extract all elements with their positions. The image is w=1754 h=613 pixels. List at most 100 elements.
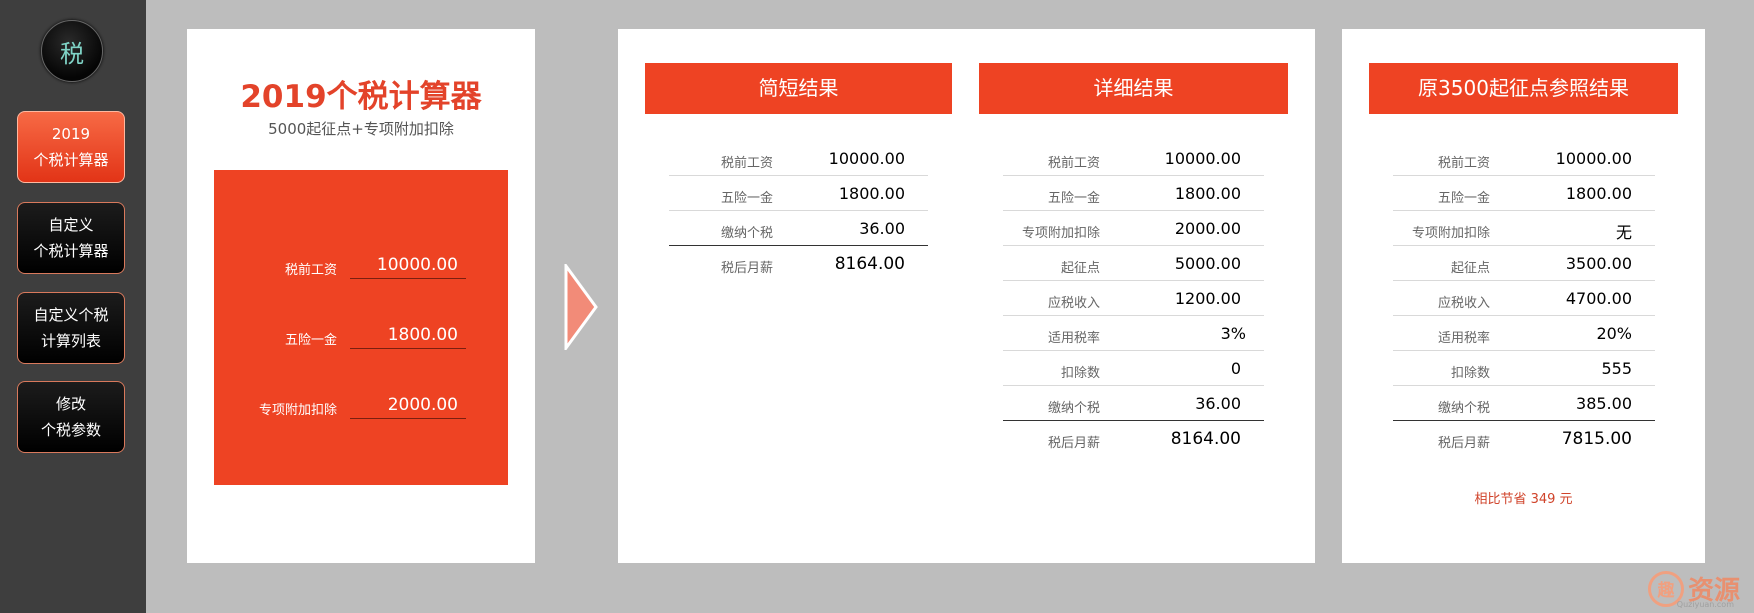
result-row: 应税收入 1200.00	[1003, 281, 1264, 316]
sidebar: 税 2019 个税计算器 自定义 个税计算器 自定义个税 计算列表 修改 个税参数	[0, 0, 146, 613]
nav-button-line2: 个税计算器	[33, 151, 109, 169]
nav-button-2019-calculator[interactable]: 2019 个税计算器	[17, 111, 125, 183]
nav-button-line2: 个税计算器	[33, 242, 109, 260]
row-value: 2000.00	[1174, 219, 1241, 238]
results-card: 简短结果 税前工资 10000.00 五险一金 1800.00 缴纳个税 36.00 …	[618, 29, 1315, 563]
result-row: 起征点 5000.00	[1003, 246, 1264, 281]
result-row: 起征点 3500.00	[1393, 246, 1655, 281]
row-value: 555	[1601, 359, 1632, 378]
row-label: 扣除数	[1450, 366, 1490, 381]
row-value: 10000.00	[1164, 149, 1241, 168]
row-label: 应税收入	[1047, 296, 1100, 311]
result-row: 税后月薪 7815.00	[1393, 421, 1655, 456]
row-value: 4700.00	[1565, 289, 1632, 308]
row-value: 5000.00	[1174, 254, 1241, 273]
calculator-card: 2019个税计算器 5000起征点+专项附加扣除 税前工资 10000.00 五…	[187, 29, 535, 563]
row-value: 3%	[1220, 324, 1246, 343]
row-value: 0	[1230, 359, 1241, 378]
reference-result-header: 原3500起征点参照结果	[1369, 63, 1678, 114]
row-value: 10000.00	[828, 149, 905, 168]
watermark-sub: Quziyuan.com	[1676, 600, 1734, 609]
result-row: 五险一金 1800.00	[1393, 176, 1655, 211]
row-value: 1800.00	[838, 184, 905, 203]
row-label: 应税收入	[1437, 296, 1490, 311]
result-row: 专项附加扣除 2000.00	[1003, 211, 1264, 246]
result-row: 税前工资 10000.00	[1393, 141, 1655, 176]
nav-button-line1: 修改	[55, 395, 86, 413]
nav-button-line2: 计算列表	[40, 332, 101, 350]
row-label: 税后月薪	[720, 261, 773, 276]
deduction-input[interactable]: 2000.00	[350, 391, 466, 419]
row-value: 1800.00	[1565, 184, 1632, 203]
row-label: 专项附加扣除	[1021, 226, 1100, 241]
calculator-subtitle: 5000起征点+专项附加扣除	[268, 120, 454, 138]
tax-logo-icon: 税	[41, 20, 103, 82]
row-value: 8164.00	[1170, 429, 1241, 449]
nav-button-edit-params[interactable]: 修改 个税参数	[17, 381, 125, 453]
row-value: 1200.00	[1174, 289, 1241, 308]
watermark-logo: 趣 资源 Quziyuan.com	[1647, 570, 1740, 609]
row-label: 五险一金	[720, 191, 773, 206]
result-row: 税前工资 10000.00	[669, 141, 928, 176]
result-row: 适用税率 20%	[1393, 316, 1655, 351]
row-label: 起征点	[1450, 261, 1490, 276]
row-value: 3500.00	[1565, 254, 1632, 273]
row-label: 五险一金	[1047, 191, 1100, 206]
row-value: 385.00	[1576, 394, 1632, 413]
row-label: 税后月薪	[1437, 436, 1490, 451]
row-value: 1800.00	[1174, 184, 1241, 203]
result-row: 税后月薪 8164.00	[1003, 421, 1264, 456]
row-label: 缴纳个税	[1437, 401, 1490, 416]
calculator-title: 2019个税计算器	[240, 79, 482, 115]
row-value: 10000.00	[1555, 149, 1632, 168]
row-label: 税后月薪	[1047, 436, 1100, 451]
input-panel: 税前工资 10000.00 五险一金 1800.00 专项附加扣除 2000.0…	[214, 170, 508, 485]
row-value: 8164.00	[834, 254, 905, 274]
row-label: 适用税率	[1047, 331, 1100, 346]
result-row: 扣除数 555	[1393, 351, 1655, 386]
result-row: 适用税率 3%	[1003, 316, 1264, 351]
nav-button-line1: 自定义	[48, 216, 94, 234]
brief-result-table: 税前工资 10000.00 五险一金 1800.00 缴纳个税 36.00 税后月薪 8…	[669, 141, 928, 281]
reference-card: 原3500起征点参照结果 税前工资 10000.00 五险一金 1800.00 专项…	[1342, 29, 1705, 563]
input-label: 专项附加扣除	[258, 403, 337, 418]
detail-result-table: 税前工资 10000.00 五险一金 1800.00 专项附加扣除 2000.00 起…	[1003, 141, 1264, 456]
result-row: 税前工资 10000.00	[1003, 141, 1264, 176]
row-value: 7815.00	[1561, 429, 1632, 449]
reference-result-table: 税前工资 10000.00 五险一金 1800.00 专项附加扣除 无 起征点 3500…	[1393, 141, 1655, 456]
row-label: 起征点	[1060, 261, 1100, 276]
nav-button-custom-calculator[interactable]: 自定义 个税计算器	[17, 202, 125, 274]
input-label: 税前工资	[284, 263, 337, 278]
row-label: 五险一金	[1437, 191, 1490, 206]
brief-result-header: 简短结果	[645, 63, 952, 114]
row-label: 专项附加扣除	[1411, 226, 1490, 241]
result-row: 五险一金 1800.00	[1003, 176, 1264, 211]
result-row: 缴纳个税 36.00	[669, 211, 928, 246]
result-row: 应税收入 4700.00	[1393, 281, 1655, 316]
row-value: 20%	[1596, 324, 1632, 343]
input-row-salary: 税前工资 10000.00	[214, 251, 508, 281]
nav-button-custom-list[interactable]: 自定义个税 计算列表	[17, 292, 125, 364]
row-label: 税前工资	[1437, 156, 1490, 171]
nav-button-line1: 自定义个税	[33, 306, 109, 324]
row-value: 36.00	[859, 219, 905, 238]
row-label: 缴纳个税	[1047, 401, 1100, 416]
result-row: 专项附加扣除 无	[1393, 211, 1655, 246]
input-row-deduction: 专项附加扣除 2000.00	[214, 391, 508, 421]
result-row: 缴纳个税 385.00	[1393, 386, 1655, 421]
detail-result-header: 详细结果	[979, 63, 1288, 114]
row-label: 税前工资	[720, 156, 773, 171]
row-label: 税前工资	[1047, 156, 1100, 171]
result-row: 五险一金 1800.00	[669, 176, 928, 211]
nav-button-line2: 个税参数	[40, 421, 101, 439]
insurance-input[interactable]: 1800.00	[350, 321, 466, 349]
row-value: 36.00	[1195, 394, 1241, 413]
saving-note: 相比节省 349 元	[1474, 492, 1573, 507]
row-label: 扣除数	[1060, 366, 1100, 381]
result-row: 扣除数 0	[1003, 351, 1264, 386]
input-row-insurance: 五险一金 1800.00	[214, 321, 508, 351]
salary-input[interactable]: 10000.00	[350, 251, 466, 279]
row-value: 无	[1615, 223, 1632, 242]
result-row: 缴纳个税 36.00	[1003, 386, 1264, 421]
row-label: 适用税率	[1437, 331, 1490, 346]
